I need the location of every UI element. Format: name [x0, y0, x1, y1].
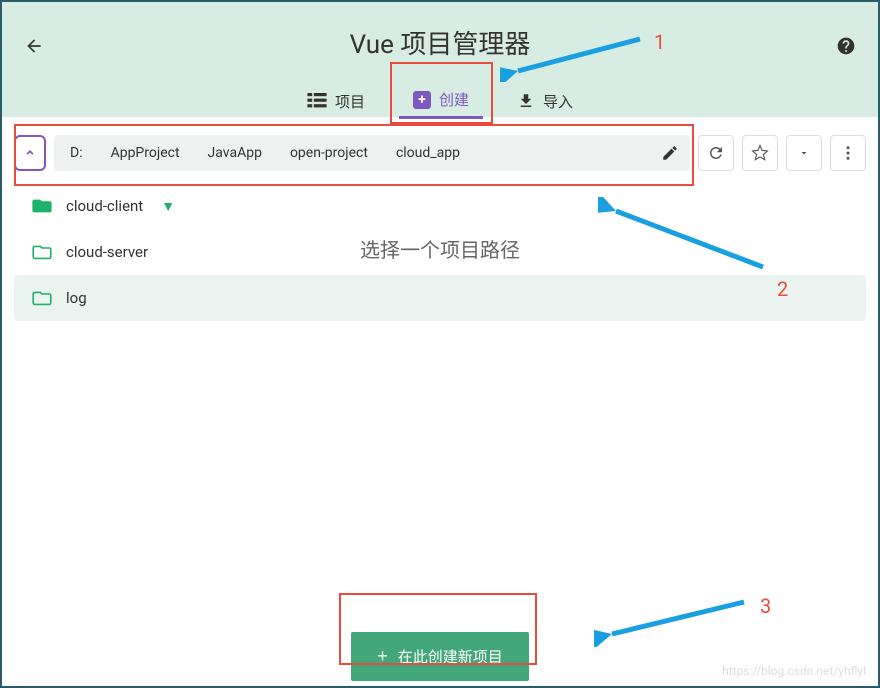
pencil-icon [661, 144, 679, 162]
list-item[interactable]: log [14, 275, 866, 321]
file-name: cloud-server [66, 243, 148, 261]
list-icon [307, 93, 327, 109]
import-icon [517, 92, 535, 110]
breadcrumb-segment[interactable]: AppProject [99, 137, 192, 169]
path-up-button[interactable] [14, 135, 46, 171]
page-title: Vue 项目管理器 [2, 2, 878, 61]
back-button[interactable] [22, 34, 46, 58]
refresh-icon [707, 144, 725, 162]
star-icon [751, 144, 769, 162]
more-vert-icon [839, 144, 857, 162]
edit-path-button[interactable] [654, 137, 686, 169]
caret-down-icon [798, 147, 810, 159]
header: Vue 项目管理器 项目 + 创建 导入 [2, 2, 878, 117]
vue-badge-icon: ▼ [161, 198, 175, 215]
breadcrumb-segment[interactable]: JavaApp [196, 137, 274, 169]
arrow-left-icon [24, 36, 44, 56]
tab-projects[interactable]: 项目 [293, 83, 379, 119]
folder-outline-icon [32, 290, 52, 306]
breadcrumb: D: AppProject JavaApp open-project cloud… [54, 135, 690, 171]
breadcrumb-segment[interactable]: cloud_app [384, 137, 472, 169]
watermark: https://blog.csdn.net/yhflyl [722, 664, 866, 678]
path-bar: D: AppProject JavaApp open-project cloud… [2, 117, 878, 183]
tab-import[interactable]: 导入 [503, 83, 587, 119]
tab-label: 项目 [335, 91, 365, 112]
breadcrumb-segment[interactable]: D: [58, 137, 95, 169]
list-item[interactable]: cloud-client ▼ [14, 183, 866, 229]
help-icon [836, 36, 856, 56]
create-project-button[interactable]: + 在此创建新项目 [351, 632, 529, 681]
tabs: 项目 + 创建 导入 [2, 83, 878, 119]
chevron-up-icon [23, 146, 37, 160]
plus-icon: + [413, 91, 431, 109]
favorite-button[interactable] [742, 135, 778, 171]
tab-label: 导入 [543, 91, 573, 112]
plus-icon: + [377, 646, 388, 667]
folder-icon [32, 198, 52, 214]
dropdown-button[interactable] [786, 135, 822, 171]
help-button[interactable] [834, 34, 858, 58]
file-name: log [66, 289, 87, 307]
folder-outline-icon [32, 244, 52, 260]
subtitle: 选择一个项目路径 [350, 230, 530, 267]
file-name: cloud-client [66, 197, 143, 215]
tab-label: 创建 [439, 89, 469, 110]
more-button[interactable] [830, 135, 866, 171]
refresh-button[interactable] [698, 135, 734, 171]
annotation-number-3: 3 [760, 594, 771, 618]
breadcrumb-segment[interactable]: open-project [278, 137, 380, 169]
create-button-label: 在此创建新项目 [398, 646, 503, 667]
tab-create[interactable]: + 创建 [399, 83, 483, 119]
